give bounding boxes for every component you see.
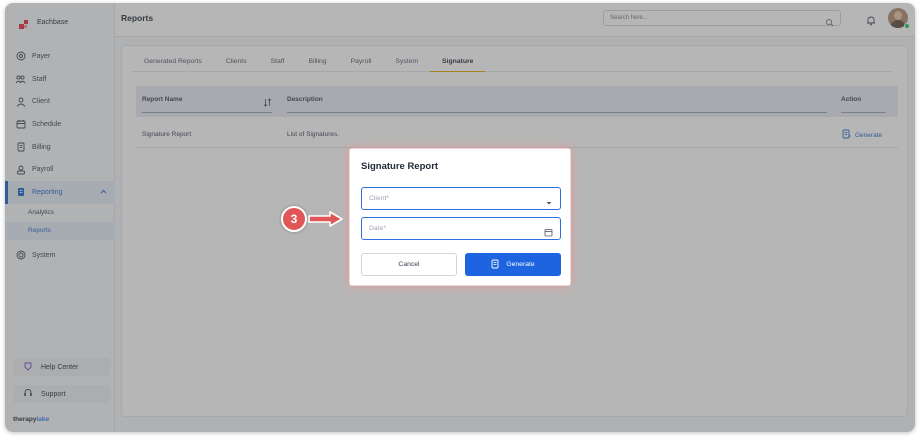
- client-select-placeholder: Client*: [369, 195, 390, 202]
- client-select[interactable]: Client*: [361, 187, 561, 210]
- step-number-badge: 3: [281, 206, 307, 232]
- date-field[interactable]: Date*: [361, 217, 561, 240]
- cancel-button[interactable]: Cancel: [361, 253, 457, 276]
- date-field-placeholder: Date*: [369, 225, 387, 232]
- dialog-title: Signature Report: [361, 161, 439, 172]
- dropdown-arrow-icon[interactable]: [545, 194, 553, 212]
- calendar-icon[interactable]: [544, 224, 553, 242]
- app-window: Eachbase Payer Staff Client Schedule Bil…: [5, 3, 915, 432]
- signature-report-dialog: Signature Report Client* Date* Cancel Ge…: [349, 148, 571, 286]
- generate-button[interactable]: Generate: [465, 253, 561, 276]
- generate-button-label: Generate: [506, 261, 535, 268]
- arrow-right-icon: [308, 210, 344, 233]
- generate-document-icon: [491, 259, 500, 271]
